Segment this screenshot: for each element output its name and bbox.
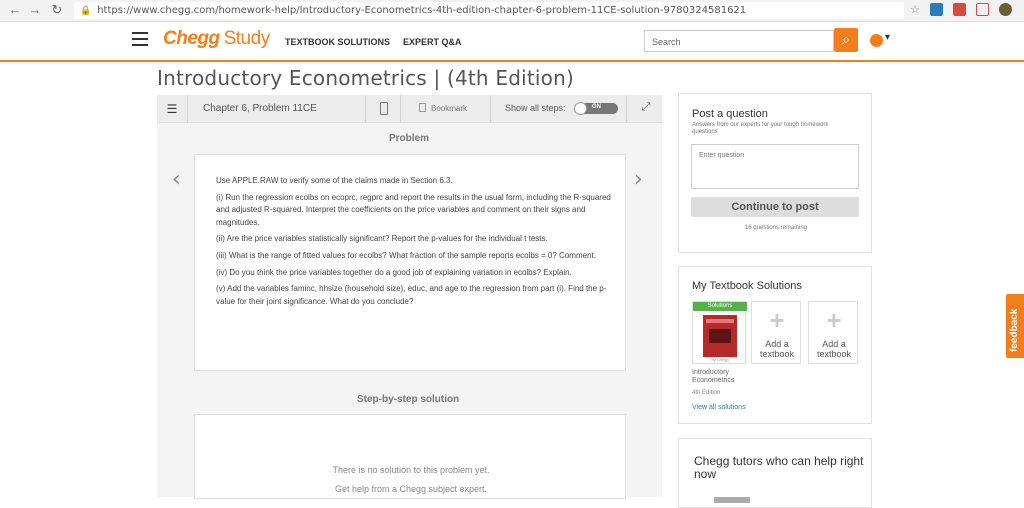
chevron-right-icon[interactable]: ›	[634, 167, 643, 192]
expert-help-link[interactable]: Get help from a Chegg subject expert.	[195, 484, 627, 494]
nav-expert-qa[interactable]: EXPERT Q&A	[403, 37, 462, 47]
add-textbook-label: Add a textbook	[759, 339, 795, 359]
problem-text: Use APPLE.RAW to verify some of the clai…	[194, 154, 626, 371]
solution-heading: Step-by-step solution	[357, 394, 460, 405]
expand-icon[interactable]: ⤢	[639, 101, 653, 115]
back-icon[interactable]: ←	[6, 2, 24, 17]
bookmark-button[interactable]: Bookmark	[419, 103, 467, 113]
browser-toolbar: ← → ↻ 🔒 https://www.chegg.com/homework-h…	[0, 0, 1024, 22]
chevron-down-icon[interactable]: ▾	[885, 32, 890, 43]
url-text: https://www.chegg.com/homework-help/Intr…	[97, 5, 747, 16]
bookmark-icon	[419, 103, 426, 112]
forward-icon[interactable]: →	[26, 2, 44, 17]
logo-brand: Chegg	[163, 28, 220, 49]
profile-icon[interactable]	[999, 3, 1012, 16]
problem-line: (iii) What is the range of fitted values…	[216, 250, 596, 260]
textbook-solutions-title: My Textbook Solutions	[692, 280, 802, 292]
tutors-card: Chegg tutors who can help right now	[678, 438, 872, 508]
add-textbook-button[interactable]: + Add a textbook	[751, 301, 801, 364]
plus-icon: +	[769, 305, 785, 335]
no-solution-text: There is no solution to this problem yet…	[332, 465, 490, 475]
search-input[interactable]: Search	[644, 30, 834, 52]
list-icon[interactable]: ☰	[163, 100, 181, 118]
logo-product: Study	[223, 28, 271, 49]
problem-heading: Problem	[389, 133, 430, 144]
solutions-badge: Solutions	[693, 302, 747, 311]
divider	[490, 95, 491, 123]
add-textbook-label: Add a textbook	[816, 339, 852, 359]
book-cover-image	[703, 315, 737, 357]
book-edition: 4th Edition	[692, 390, 721, 396]
book-name[interactable]: Introductory Econometrics	[692, 369, 762, 385]
problem-line: (i) Run the regression ecolbs on ecoprc,…	[216, 192, 611, 227]
search-button[interactable]: ⌕	[834, 28, 858, 52]
post-question-subtitle: Answers from our experts for your tough …	[692, 122, 829, 135]
menu-icon[interactable]	[132, 32, 148, 46]
plus-icon: +	[826, 305, 842, 335]
top-nav: TEXTBOOK SOLUTIONS EXPERT Q&A	[285, 37, 462, 47]
nav-textbook-solutions[interactable]: TEXTBOOK SOLUTIONS	[285, 37, 390, 47]
divider	[187, 95, 188, 123]
problem-line: (ii) Are the price variables statistical…	[216, 234, 548, 244]
user-avatar[interactable]	[870, 34, 883, 47]
post-question-card: Post a question Answers from our experts…	[678, 93, 872, 253]
extension-icon[interactable]	[930, 3, 943, 16]
feedback-label: feedback	[1009, 308, 1020, 352]
questions-remaining: 16 questions remaining	[744, 225, 808, 231]
add-textbook-button[interactable]: + Add a textbook	[808, 301, 858, 364]
show-steps-label: Show all steps:	[505, 103, 566, 113]
problem-toolbar: ☰ Chapter 6, Problem 11CE Bookmark Show …	[157, 95, 662, 123]
continue-to-post-button[interactable]: Continue to post	[691, 197, 859, 217]
pdf-extension-icon[interactable]	[953, 3, 966, 16]
feedback-tab[interactable]: feedback	[1006, 294, 1024, 358]
reload-icon[interactable]: ↻	[48, 2, 66, 18]
page-title: Introductory Econometrics | (4th Edition…	[157, 66, 574, 90]
chevron-left-icon[interactable]: ‹	[172, 167, 181, 192]
by-chegg-label: by Chegg	[711, 357, 729, 362]
textbook-solutions-card: My Textbook Solutions Solutions by Chegg…	[678, 266, 872, 424]
tutors-title: Chegg tutors who can help right now	[694, 454, 864, 481]
shield-extension-icon[interactable]	[976, 3, 989, 16]
problem-line: (v) Add the variables faminc, hhsize (ho…	[216, 284, 607, 306]
divider	[400, 95, 401, 123]
site-header: Chegg Study TEXTBOOK SOLUTIONS EXPERT Q&A…	[0, 22, 1024, 62]
search-icon: ⌕	[842, 31, 850, 47]
problem-line: (iv) Do you think the price variables to…	[216, 267, 572, 277]
divider	[626, 95, 627, 123]
question-input[interactable]: Enter question	[691, 144, 859, 189]
mobile-icon[interactable]	[380, 102, 388, 115]
view-all-solutions-link[interactable]: View all solutions	[692, 404, 746, 411]
show-steps-toggle[interactable]: ON	[574, 102, 618, 115]
divider	[365, 95, 366, 123]
chegg-study-logo[interactable]: Chegg Study	[163, 28, 270, 50]
chapter-selector[interactable]: Chapter 6, Problem 11CE	[203, 103, 317, 114]
tutor-avatar[interactable]	[714, 497, 750, 503]
post-question-title: Post a question	[692, 108, 768, 120]
textbook-thumbnail[interactable]: Solutions by Chegg	[692, 301, 747, 364]
star-icon[interactable]: ☆	[910, 3, 920, 16]
lock-icon: 🔒	[80, 5, 92, 16]
bookmark-label: Bookmark	[431, 104, 468, 113]
problem-line: Use APPLE.RAW to verify some of the clai…	[216, 176, 453, 185]
solution-box: There is no solution to this problem yet…	[194, 414, 626, 499]
address-bar[interactable]: 🔒 https://www.chegg.com/homework-help/In…	[74, 2, 904, 19]
toggle-label: ON	[592, 104, 601, 110]
